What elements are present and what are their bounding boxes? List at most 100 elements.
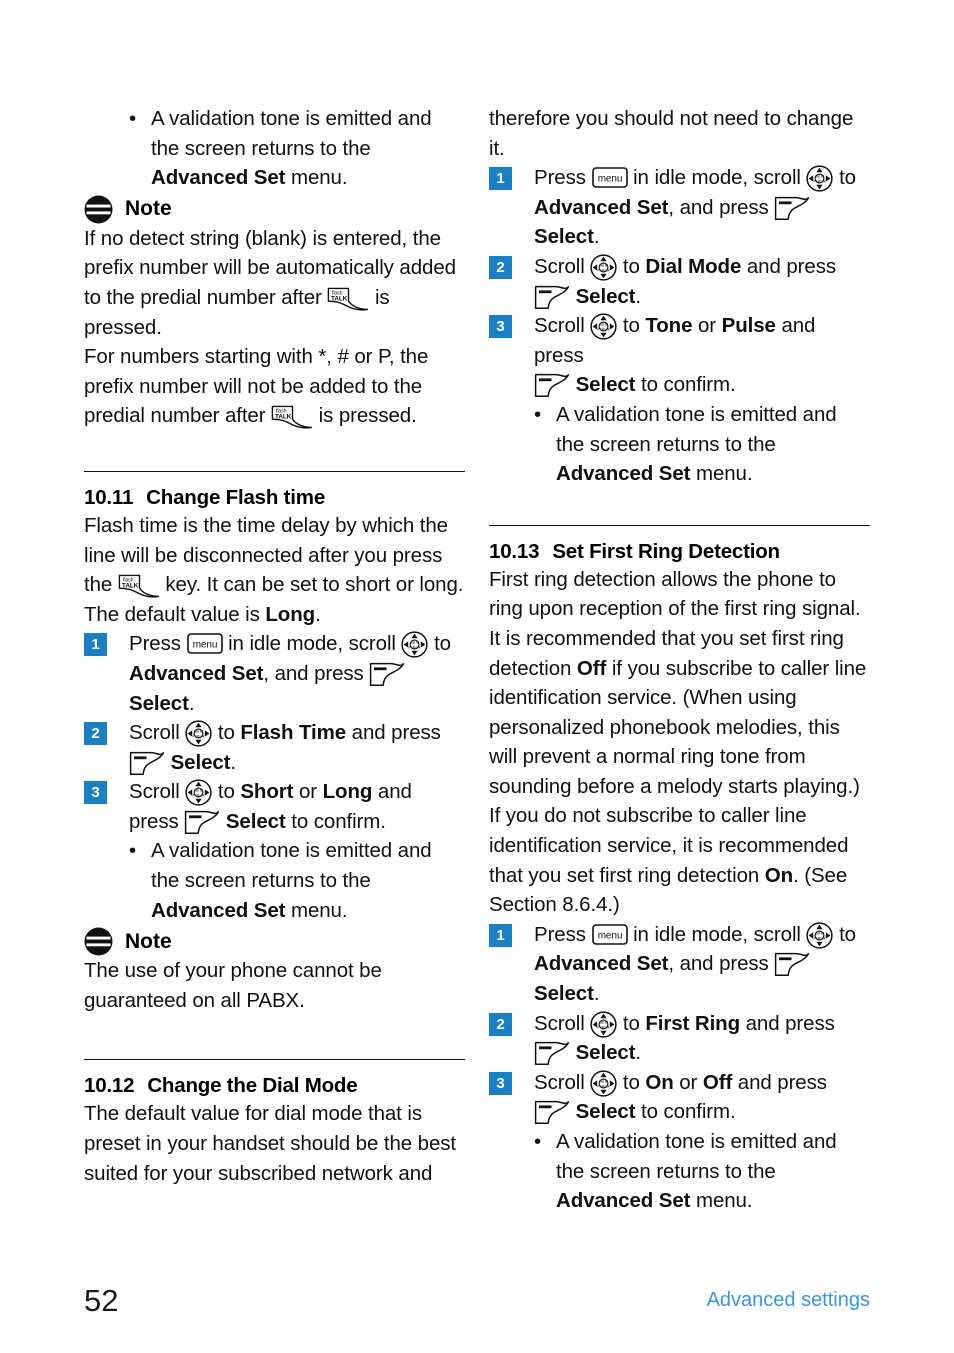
footer-chapter-title: Advanced settings (706, 1289, 870, 1311)
svg-text:call ID: call ID (410, 641, 420, 645)
svg-text:call ID: call ID (599, 1020, 609, 1024)
softkey-label-bold: Select (575, 1041, 636, 1065)
step-text-c: and press (346, 721, 441, 745)
svg-text:PhBook: PhBook (814, 180, 826, 184)
option-bold-2: Off (702, 1070, 733, 1094)
section-title: Change the Dial Mode (147, 1074, 358, 1098)
step-item: 2 Scroll call ID PhBook to Dial Mode and … (489, 252, 870, 311)
bullet-line-1: A validation tone is emitted and (151, 839, 432, 863)
bullet-item: • A validation tone is emitted and the sc… (489, 400, 870, 489)
page-number: 52 (84, 1283, 119, 1318)
svg-text:PhBook: PhBook (193, 734, 205, 738)
step-text-d: . (230, 750, 237, 774)
svg-text:PhBook: PhBook (193, 794, 205, 798)
menu-name-bold: Advanced Set (151, 898, 286, 922)
step-text-d: , and press (668, 952, 775, 976)
bullet-line-3-tail: menu. (690, 1189, 753, 1213)
step-body: Scroll call ID PhBook to Tone or Pulse an… (534, 311, 870, 400)
bullet-marker: • (129, 839, 137, 863)
bullet-line-1: A validation tone is emitted and (556, 1130, 837, 1153)
note-header: Note (84, 927, 465, 956)
section-divider (489, 524, 870, 526)
bullet-item: • A validation tone is emitted and the sc… (489, 1127, 870, 1216)
step-text-a: Press (534, 166, 592, 190)
step-text-c: to (833, 922, 856, 946)
note-title: Note (125, 197, 172, 221)
step-item: 1 Press menu in idle mode, scroll call I… (489, 163, 870, 252)
section-10-13-intro: First ring detection allows the phone to… (489, 565, 870, 920)
step-text-a: Press (129, 632, 187, 656)
navigation-key-icon: call IDPhBook (185, 779, 212, 806)
svg-text:PhBook: PhBook (814, 936, 826, 940)
note-text-a: If no detect string (blank) is entered, … (84, 226, 456, 309)
step-item: 1 Press menu in idle mode, scroll call I… (84, 629, 465, 718)
step-number-badge: 3 (489, 1071, 512, 1095)
step-text-c: or (692, 314, 722, 338)
section-10-11-default: The default value is Long. (84, 600, 465, 630)
menu-key-icon: menu (591, 167, 628, 188)
flash-talk-key-icon: flashTALK (328, 287, 369, 311)
step-number-badge: 2 (84, 722, 107, 746)
step-body: Scroll call ID PhBook to First Ring and p… (534, 1009, 870, 1068)
option-bold-2: Pulse (721, 314, 776, 338)
step-text-e: to confirm. (635, 1100, 736, 1124)
bullet-item: • A validation tone is emitted and the sc… (84, 836, 465, 925)
navigation-key-icon: call IDPhBook (401, 631, 429, 658)
navigation-key-icon: call IDPhBook (590, 1010, 617, 1038)
svg-text:call ID: call ID (815, 174, 825, 178)
svg-text:menu: menu (597, 930, 622, 941)
menu-name-bold: Advanced Set (556, 462, 691, 486)
step-text-a: Scroll (534, 314, 591, 338)
menu-name-bold: Advanced Set (129, 661, 264, 685)
svg-text:PhBook: PhBook (598, 328, 610, 332)
intro-text-b: key. It can be set to short or long. (159, 573, 464, 597)
bullet-line-1: A validation tone is emitted and (151, 107, 432, 130)
navigation-key-icon: call IDPhBook (806, 922, 834, 949)
note-text-d: is pressed. (313, 404, 417, 428)
bullet-body: A validation tone is emitted and the scre… (556, 400, 870, 489)
softkey-label-bold: Select (225, 809, 286, 833)
menu-name-bold: Flash Time (240, 721, 347, 745)
svg-text:call ID: call ID (815, 931, 825, 935)
step-body: Scroll call ID PhBook to On or Off and pr… (534, 1068, 870, 1127)
softkey-icon (775, 953, 810, 977)
step-number-badge: 1 (489, 923, 512, 947)
step-item: 3 Scroll call ID PhBook to Tone or Pulse … (489, 311, 870, 400)
navigation-key-icon: call IDPhBook (590, 1070, 617, 1097)
step-text-b: to (212, 721, 241, 745)
bullet-body: A validation tone is emitted and the scre… (151, 836, 465, 925)
note-paragraph-2: For numbers starting with *, # or P, the… (84, 342, 465, 431)
step-item: 2 Scroll call ID PhBook to First Ring and… (489, 1009, 870, 1068)
bullet-marker: • (534, 1130, 542, 1153)
step-text-e: to confirm. (635, 373, 736, 397)
bullet-line-3-tail: menu. (285, 898, 348, 922)
note-paragraph-1: If no detect string (blank) is entered, … (84, 224, 465, 342)
svg-text:menu: menu (192, 640, 217, 651)
section-10-12-intro: The default value for dial mode that is … (84, 1102, 456, 1185)
note-marker-icon (84, 927, 113, 956)
step-item: 3 Scroll call ID PhBook to On or Off and … (489, 1068, 870, 1127)
option-bold-1: Tone (645, 314, 693, 338)
section-heading-10-11: 10.11 Change Flash time (84, 486, 465, 510)
svg-text:PhBook: PhBook (598, 268, 610, 272)
menu-name-bold: First Ring (645, 1011, 741, 1035)
step-item: 1 Press menu in idle mode, scroll call I… (489, 920, 870, 1009)
step-text-a: Scroll (534, 1070, 591, 1094)
svg-text:PhBook: PhBook (598, 1084, 610, 1088)
svg-text:TALK: TALK (275, 414, 292, 421)
option-bold-off: Off (576, 656, 607, 680)
step-text-b: to (617, 254, 646, 278)
bullet-line-2: the screen returns to the (556, 1159, 776, 1183)
step-text-d: . (635, 284, 642, 308)
step-number-badge: 3 (84, 781, 107, 805)
bullet-marker: • (534, 402, 542, 426)
intro-text-b: if you subscribe to caller line identifi… (489, 656, 867, 887)
step-text-b: in idle mode, scroll (627, 166, 807, 190)
svg-text:call ID: call ID (599, 322, 609, 326)
navigation-key-icon: call ID PhBook (806, 165, 834, 192)
step-number-badge: 2 (489, 1012, 512, 1036)
svg-text:menu: menu (597, 174, 622, 185)
step-number-badge: 1 (84, 633, 107, 657)
softkey-icon (370, 662, 405, 686)
menu-name-bold: Advanced Set (534, 952, 669, 976)
